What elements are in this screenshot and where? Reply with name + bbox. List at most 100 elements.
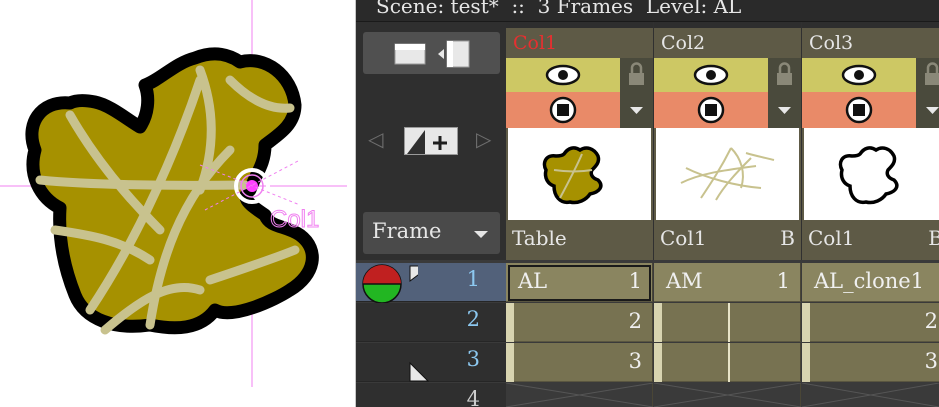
cell-drag-handle[interactable] [654, 303, 662, 342]
cell-level-name: AL [518, 269, 548, 293]
cell-drag-handle[interactable] [802, 343, 810, 382]
eye-icon [841, 64, 877, 86]
column-name: Col3 [809, 32, 854, 54]
preview-icon [549, 96, 577, 124]
add-frame-icon [407, 130, 455, 154]
camstand-toggle[interactable] [506, 58, 620, 92]
preview-visible-toggle[interactable] [802, 92, 916, 128]
thumbnail-image [838, 146, 899, 205]
frame-row-header[interactable]: 1 [356, 263, 506, 303]
cell-frame-number: 3 [924, 349, 938, 373]
column-name-cell[interactable]: Col3 [802, 28, 939, 58]
lock-icon [777, 62, 792, 85]
panel-divider[interactable] [347, 0, 356, 407]
xsheet-cell[interactable]: AL_clone1 [802, 263, 939, 302]
xsheet-cell[interactable]: 2 [506, 303, 653, 342]
column-config-button[interactable] [916, 92, 939, 128]
xsheet-cell[interactable]: AM 1 [654, 263, 801, 302]
frame-dropdown-label: Frame [372, 219, 442, 243]
xsheet-toolbar: Scene: test* :: 3 Frames Level: AL [356, 0, 939, 22]
xsheet-cell[interactable]: 3 [506, 343, 653, 382]
column-label: Col1 [270, 206, 319, 233]
thumbnail-image [680, 147, 775, 201]
eye-icon [545, 64, 581, 86]
column-footer[interactable]: Col1 B [654, 220, 801, 260]
cell-level-name: AM [666, 269, 703, 293]
onion-skin-icon[interactable] [358, 263, 418, 303]
xsheet-panel: Scene: test* :: 3 Frames Level: AL ◁ ▷ F… [356, 0, 939, 407]
toggle-camera-column-button[interactable] [363, 32, 500, 74]
chevron-down-icon [474, 231, 488, 238]
cell-frame-number: 2 [924, 309, 938, 333]
cell-drag-handle[interactable] [506, 303, 514, 342]
lock-toggle[interactable] [916, 58, 939, 92]
preview-visible-toggle[interactable] [506, 92, 620, 128]
frame-row-header[interactable]: 2 [356, 303, 506, 342]
new-frame-button[interactable] [404, 127, 458, 155]
drawing-shape[interactable] [25, 47, 319, 335]
preview-icon [845, 96, 873, 124]
column-parent-name: Col1 [660, 226, 707, 250]
column-parent-name: Col1 [808, 226, 855, 250]
frame-number: 1 [466, 267, 480, 291]
scene-info: Scene: test* :: 3 Frames Level: AL [376, 0, 742, 18]
column-config-button[interactable] [768, 92, 801, 128]
viewer-canvas[interactable]: Col1 [0, 0, 347, 407]
hold-line [728, 343, 730, 382]
preview-icon [697, 96, 725, 124]
camera-column-icon [394, 40, 470, 68]
frame-zoom-dropdown[interactable]: Frame [363, 212, 500, 254]
xsheet-cell[interactable] [654, 343, 801, 382]
frame-number: 3 [466, 347, 480, 371]
column-thumbnail [654, 128, 801, 220]
frame-number: 2 [466, 307, 480, 331]
camstand-toggle[interactable] [654, 58, 768, 92]
xsheet-cell[interactable]: AL 1 [506, 263, 653, 302]
xsheet-cell[interactable]: 3 [802, 343, 939, 382]
empty-row-pattern [506, 383, 939, 407]
viewer-panel[interactable]: Col1 [0, 0, 347, 407]
preview-visible-toggle[interactable] [654, 92, 768, 128]
column-footer[interactable]: Col1 B [802, 220, 939, 260]
cell-level-name: AL_clone1 [814, 269, 925, 293]
column-header-col3[interactable]: Col3 Col1 B [802, 22, 939, 260]
cell-frame-number: 1 [776, 269, 790, 293]
xsheet-cell[interactable] [654, 303, 801, 342]
cell-area[interactable]: 1 2 3 4 AL 1 2 3 AM 1 AL_clone1 2 3 [356, 260, 939, 407]
cell-frame-number: 3 [628, 349, 642, 373]
column-parent-type: B [928, 226, 939, 250]
thumbnail-image [542, 146, 603, 205]
cell-drag-handle[interactable] [506, 343, 514, 382]
eye-icon [693, 64, 729, 86]
cell-drag-handle[interactable] [802, 303, 810, 342]
column-thumbnail [506, 128, 653, 220]
column-name-cell[interactable]: Col2 [654, 28, 801, 58]
frame-number: 4 [466, 387, 480, 407]
column-header-col2[interactable]: Col2 Col1 B [654, 22, 801, 260]
cell-drag-handle[interactable] [654, 343, 662, 382]
lock-icon [629, 62, 644, 85]
xsheet-control-panel: ◁ ▷ Frame [356, 22, 506, 260]
lock-toggle[interactable] [620, 58, 653, 92]
column-parent-name: Table [512, 226, 567, 250]
next-frame-arrow-icon[interactable]: ▷ [476, 127, 491, 151]
column-parent-type: B [780, 226, 795, 250]
column-thumbnail [802, 128, 939, 220]
caret-down-icon [630, 107, 643, 114]
hold-line [728, 303, 730, 342]
column-footer[interactable]: Table [506, 220, 653, 260]
camstand-toggle[interactable] [802, 58, 916, 92]
column-name: Col1 [513, 32, 558, 54]
frame-row-header[interactable]: 3 [356, 343, 506, 382]
column-name: Col2 [661, 32, 706, 54]
column-name-cell[interactable]: Col1 [506, 28, 653, 58]
frame-row-header[interactable]: 4 [356, 383, 506, 407]
prev-frame-arrow-icon[interactable]: ◁ [368, 127, 383, 151]
xsheet-cell[interactable]: 2 [802, 303, 939, 342]
column-config-button[interactable] [620, 92, 653, 128]
lock-toggle[interactable] [768, 58, 801, 92]
column-header-col1[interactable]: Col1 Table [506, 22, 653, 260]
cell-frame-number: 2 [628, 309, 642, 333]
caret-down-icon [926, 107, 939, 114]
caret-down-icon [778, 107, 791, 114]
